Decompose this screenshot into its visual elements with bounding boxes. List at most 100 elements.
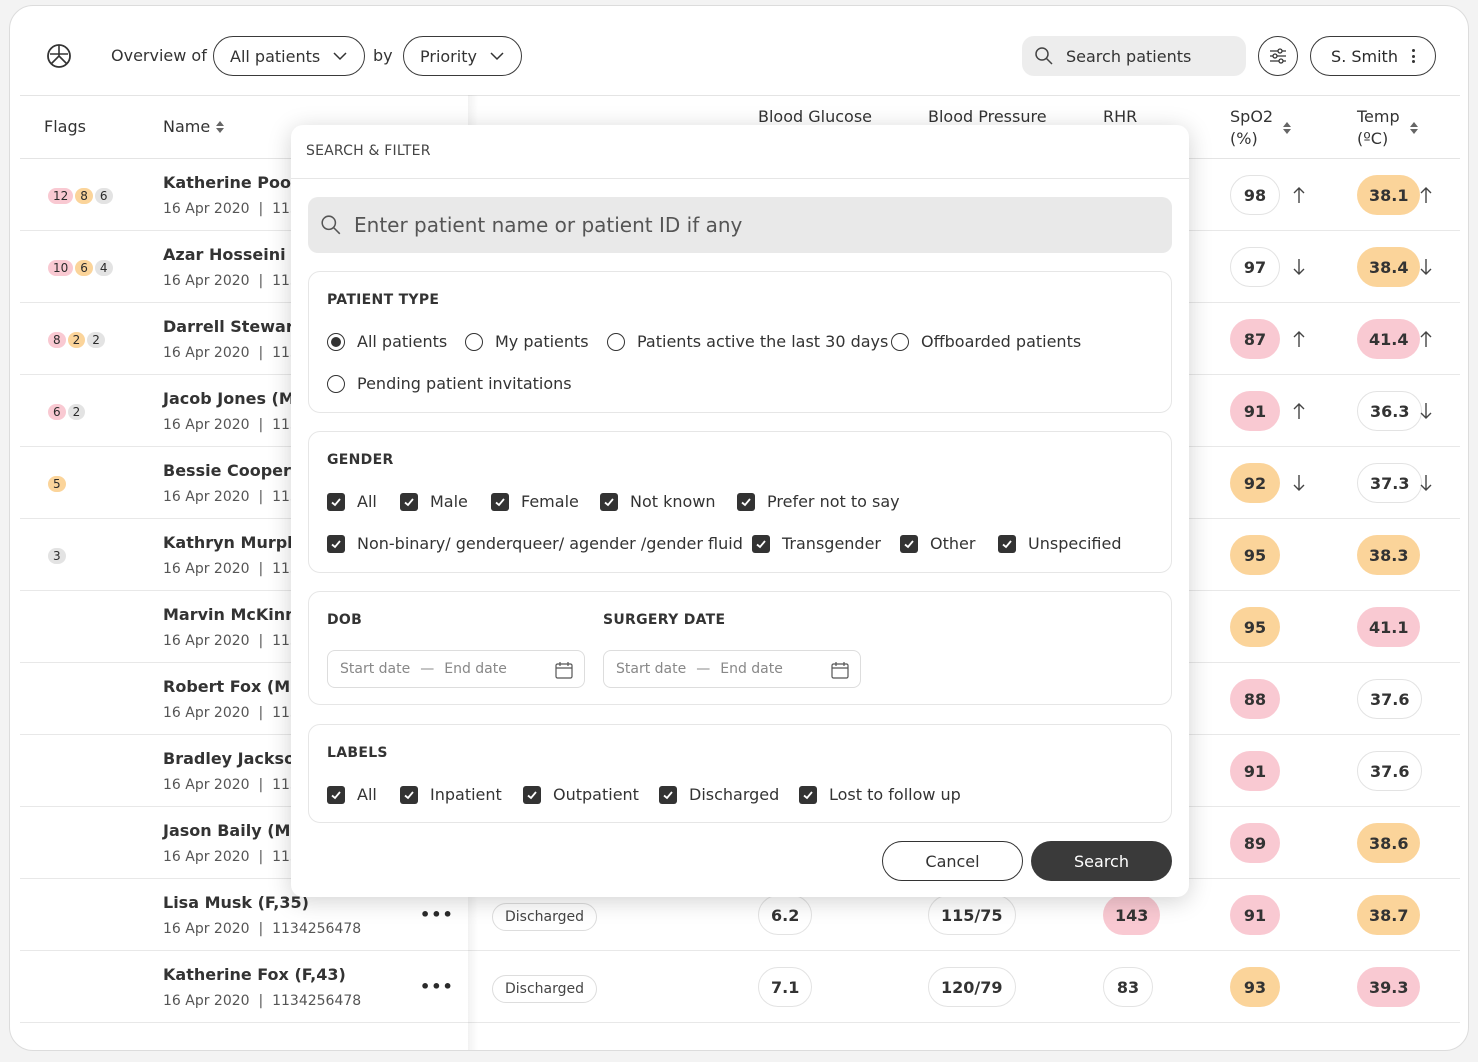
option-label: Outpatient bbox=[553, 785, 639, 804]
search-button[interactable]: Search bbox=[1031, 841, 1172, 881]
dob-date-range[interactable]: Start date — End date bbox=[327, 650, 585, 688]
patient-meta: 16 Apr 2020 | 1134 bbox=[163, 201, 308, 217]
temp-value: 38.6 bbox=[1357, 823, 1421, 863]
checkbox-checked-icon[interactable] bbox=[998, 534, 1016, 553]
table-row[interactable]: Katherine Fox (F,43) 16 Apr 2020 | 113425… bbox=[20, 951, 1460, 1023]
filter-button[interactable] bbox=[1258, 36, 1298, 76]
patient-name[interactable]: Darrell Steward bbox=[163, 317, 305, 336]
gender-option[interactable]: Male bbox=[400, 492, 468, 511]
modal-search-input[interactable]: Enter patient name or patient ID if any bbox=[308, 197, 1172, 253]
patient-type-option[interactable]: Patients active the last 30 days bbox=[607, 332, 888, 351]
col-name[interactable]: Name bbox=[163, 116, 225, 138]
checkbox-checked-icon[interactable] bbox=[799, 785, 817, 804]
patient-type-option[interactable]: Offboarded patients bbox=[891, 332, 1081, 351]
patient-date: 16 Apr 2020 bbox=[163, 993, 250, 1009]
patient-date: 16 Apr 2020 bbox=[163, 201, 250, 217]
label-option[interactable]: Outpatient bbox=[523, 785, 639, 804]
cancel-button[interactable]: Cancel bbox=[882, 841, 1023, 881]
patient-meta: 16 Apr 2020 | 1134256478 bbox=[163, 993, 362, 1009]
patients-select[interactable]: All patients bbox=[213, 36, 366, 76]
label-option[interactable]: Lost to follow up bbox=[799, 785, 961, 804]
checkbox-checked-icon[interactable] bbox=[327, 785, 345, 804]
spo2-value: 91 bbox=[1230, 751, 1280, 791]
patient-type-option[interactable]: My patients bbox=[465, 332, 589, 351]
radio-icon[interactable] bbox=[465, 332, 483, 351]
flag-badge: 2 bbox=[65, 402, 88, 422]
sort-select[interactable]: Priority bbox=[403, 36, 522, 76]
temp-value: 39.3 bbox=[1357, 967, 1421, 1007]
col-spo2[interactable]: SpO2 (%) bbox=[1230, 106, 1292, 150]
col-spo2-text: SpO2 (%) bbox=[1230, 106, 1273, 150]
surgery-date-range[interactable]: Start date — End date bbox=[603, 650, 861, 688]
patient-name[interactable]: Lisa Musk (F,35) bbox=[163, 893, 309, 912]
radio-icon[interactable] bbox=[891, 332, 909, 351]
label-option[interactable]: Inpatient bbox=[400, 785, 502, 804]
flag-badge: 6 bbox=[92, 186, 115, 206]
radio-icon[interactable] bbox=[327, 332, 345, 351]
gender-option[interactable]: Non-binary/ genderqueer/ agender /gender… bbox=[327, 534, 743, 553]
patient-name[interactable]: Jacob Jones (M,2 bbox=[163, 389, 312, 408]
checkbox-checked-icon[interactable] bbox=[659, 785, 677, 804]
patient-name[interactable]: Robert Fox (M,2 bbox=[163, 677, 307, 696]
gender-title: GENDER bbox=[327, 452, 394, 468]
patient-date: 16 Apr 2020 bbox=[163, 921, 250, 937]
gender-option[interactable]: All bbox=[327, 492, 377, 511]
col-temp[interactable]: Temp (ºC) bbox=[1357, 106, 1418, 150]
checkbox-checked-icon[interactable] bbox=[600, 492, 618, 511]
patient-name[interactable]: Kathryn Murphy bbox=[163, 533, 309, 552]
sort-icon bbox=[1283, 122, 1292, 134]
arrow-down-icon bbox=[1292, 474, 1306, 492]
search-icon bbox=[321, 215, 341, 235]
patient-name[interactable]: Bradley Jackson bbox=[163, 749, 306, 768]
checkbox-checked-icon[interactable] bbox=[752, 534, 770, 553]
kebab-icon bbox=[1411, 49, 1415, 63]
checkbox-checked-icon[interactable] bbox=[400, 492, 418, 511]
checkbox-checked-icon[interactable] bbox=[900, 534, 918, 553]
gender-option[interactable]: Unspecified bbox=[998, 534, 1122, 553]
user-menu-button[interactable]: S. Smith bbox=[1310, 36, 1436, 76]
option-label: Not known bbox=[630, 492, 716, 511]
dob-end: End date bbox=[444, 661, 507, 677]
label-option[interactable]: Discharged bbox=[659, 785, 779, 804]
checkbox-checked-icon[interactable] bbox=[491, 492, 509, 511]
temp-value: 38.7 bbox=[1357, 895, 1421, 935]
patient-type-option[interactable]: Pending patient invitations bbox=[327, 374, 572, 393]
gender-option[interactable]: Transgender bbox=[752, 534, 881, 553]
checkbox-checked-icon[interactable] bbox=[327, 534, 345, 553]
temp-value: 37.6 bbox=[1357, 751, 1423, 791]
checkbox-checked-icon[interactable] bbox=[737, 492, 755, 511]
radio-icon[interactable] bbox=[327, 374, 345, 393]
search-patients-input[interactable]: Search patients bbox=[1022, 36, 1246, 76]
patient-date: 16 Apr 2020 bbox=[163, 489, 250, 505]
option-label: Lost to follow up bbox=[829, 785, 961, 804]
temp-value: 38.4 bbox=[1357, 247, 1421, 287]
option-label: Female bbox=[521, 492, 579, 511]
temp-value: 38.3 bbox=[1357, 535, 1421, 575]
flag-badge: 12 bbox=[46, 186, 76, 206]
label-option[interactable]: All bbox=[327, 785, 377, 804]
blood-glucose-value: 7.1 bbox=[758, 967, 813, 1007]
gender-section: GENDER All Male Female Not known Prefer not … bbox=[308, 431, 1172, 573]
search-patients-placeholder: Search patients bbox=[1066, 46, 1192, 66]
row-more-icon[interactable]: ••• bbox=[420, 977, 454, 996]
checkbox-checked-icon[interactable] bbox=[327, 492, 345, 511]
patient-type-option[interactable]: All patients bbox=[327, 332, 447, 351]
overview-label: Overview of bbox=[111, 46, 207, 65]
col-flags[interactable]: Flags bbox=[44, 116, 86, 138]
patient-name[interactable]: Marvin McKinne bbox=[163, 605, 307, 624]
checkbox-checked-icon[interactable] bbox=[400, 785, 418, 804]
gender-option[interactable]: Other bbox=[900, 534, 975, 553]
col-spo2-unit: (%) bbox=[1230, 129, 1258, 148]
gender-option[interactable]: Not known bbox=[600, 492, 716, 511]
gender-option[interactable]: Female bbox=[491, 492, 579, 511]
radio-icon[interactable] bbox=[607, 332, 625, 351]
patient-name[interactable]: Katherine Fox (F,43) bbox=[163, 965, 346, 984]
patient-name[interactable]: Katherine Poole bbox=[163, 173, 307, 192]
spo2-value: 95 bbox=[1230, 535, 1280, 575]
checkbox-checked-icon[interactable] bbox=[523, 785, 541, 804]
user-name: S. Smith bbox=[1331, 46, 1398, 66]
patient-name[interactable]: Jason Baily (M,2 bbox=[163, 821, 308, 840]
row-more-icon[interactable]: ••• bbox=[420, 905, 454, 924]
gender-option[interactable]: Prefer not to say bbox=[737, 492, 900, 511]
flag-badge: 6 bbox=[73, 258, 95, 278]
